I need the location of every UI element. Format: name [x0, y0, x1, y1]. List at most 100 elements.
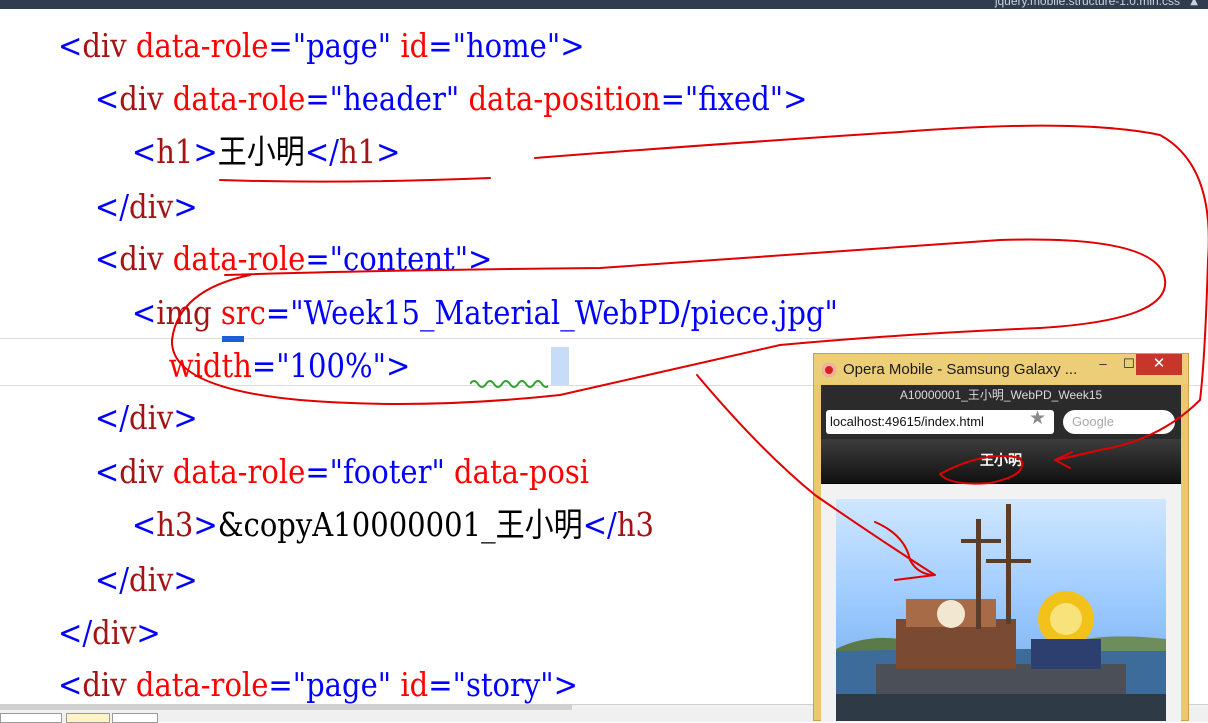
code-token-val: "Week15_Material_WebPD/piece.jpg" [290, 293, 838, 332]
code-token-punc: < [58, 79, 120, 118]
code-token-punc: > [553, 665, 578, 704]
code-token-val: "content" [329, 239, 469, 278]
code-line[interactable]: <div data-role="page" id="home"> [58, 26, 585, 66]
bottom-tab[interactable] [112, 713, 158, 723]
code-token-tag: div [129, 560, 174, 599]
code-token-attr: data-position [459, 79, 661, 118]
code-token-val: "footer" [329, 452, 445, 491]
code-token-punc: </ [58, 613, 93, 652]
code-line[interactable]: </div> [58, 187, 198, 227]
code-token-tag: div [92, 613, 137, 652]
code-token-punc: = [660, 79, 685, 118]
code-token-punc: < [58, 132, 157, 171]
code-token-punc: </ [582, 505, 617, 544]
code-token-punc: = [305, 452, 330, 491]
code-token-val: "story" [452, 665, 554, 704]
code-token-punc: > [136, 613, 161, 652]
code-token-punc: > [193, 505, 218, 544]
code-token-attr: data-posi [444, 452, 590, 491]
code-token-punc: < [58, 505, 157, 544]
code-token-val: "page" [292, 665, 392, 704]
code-token-tag: h3 [156, 505, 194, 544]
star-icon[interactable]: ★ [1029, 407, 1046, 429]
code-token-punc: </ [304, 132, 339, 171]
code-token-punc: < [58, 665, 83, 704]
url-input[interactable]: localhost:49615/index.html [826, 410, 1054, 434]
code-token-punc: = [265, 293, 291, 332]
code-line[interactable]: <h1>王小明</h1> [58, 132, 401, 172]
code-token-punc: > [385, 346, 411, 385]
code-token-tag: div [129, 187, 174, 226]
code-token-attr: data-role [163, 452, 306, 491]
code-token-punc: > [173, 187, 198, 226]
code-token-tag: div [119, 239, 164, 278]
code-line[interactable]: <div data-role="content"> [58, 239, 492, 279]
code-token-val: "page" [292, 26, 392, 65]
code-token-val: "header" [329, 79, 460, 118]
code-line[interactable]: </div> [58, 398, 198, 438]
code-line[interactable]: width="100%"> [58, 346, 411, 386]
spell-squiggle [470, 380, 548, 388]
close-button[interactable]: ✕ [1136, 354, 1182, 375]
search-input[interactable]: Google [1063, 410, 1175, 434]
code-token-punc: > [193, 132, 218, 171]
emulator-window[interactable]: Opera Mobile - Samsung Galaxy ... – ☐ ✕ … [813, 353, 1189, 722]
code-token-punc: > [173, 398, 198, 437]
code-token-punc: = [268, 26, 293, 65]
code-token-attr: data-role [126, 26, 269, 65]
code-token-tag: div [82, 665, 127, 704]
code-token-attr: id [391, 26, 429, 65]
code-line[interactable]: </div> [58, 613, 161, 653]
code-token-punc: < [58, 239, 120, 278]
code-line[interactable]: <div data-role="footer" data-posi [58, 452, 589, 492]
code-token-punc: > [560, 26, 585, 65]
code-line[interactable]: <img src="Week15_Material_WebPD/piece.jp… [58, 293, 838, 333]
minimize-button[interactable]: – [1090, 354, 1116, 375]
page-title: A10000001_王小明_WebPD_Week15 [821, 385, 1181, 405]
code-token-punc: = [305, 79, 330, 118]
code-token-tag: h1 [338, 132, 377, 171]
code-token-punc: > [783, 79, 808, 118]
code-token-punc: < [58, 293, 157, 332]
code-token-val: "fixed" [684, 79, 784, 118]
bottom-tab[interactable] [66, 713, 110, 723]
code-token-tag: div [82, 26, 127, 65]
code-token-punc: < [58, 452, 120, 491]
ship-photo [836, 499, 1166, 721]
code-token-punc: > [173, 560, 198, 599]
code-token-punc: </ [58, 560, 130, 599]
code-token-txt: 王小明 [217, 132, 305, 171]
code-token-tag: h3 [616, 505, 655, 544]
code-token-attr: data-role [163, 79, 306, 118]
code-line[interactable]: <div data-role="header" data-position="f… [58, 79, 808, 119]
code-token-attr: id [391, 665, 429, 704]
device-screen: A10000001_王小明_WebPD_Week15 localhost:496… [821, 385, 1181, 722]
code-token-punc: = [428, 26, 453, 65]
code-line[interactable]: <div data-role="page" id="story"> [58, 665, 578, 705]
address-bar: localhost:49615/index.html ★ Google [821, 405, 1181, 439]
bottom-tab[interactable] [0, 713, 62, 723]
window-titlebar[interactable]: Opera Mobile - Samsung Galaxy ... – ☐ ✕ [814, 354, 1188, 384]
code-token-tag: img [156, 293, 212, 332]
code-token-attr: data-role [163, 239, 306, 278]
window-title: Opera Mobile - Samsung Galaxy ... [843, 361, 1078, 378]
code-token-punc: = [305, 239, 330, 278]
code-token-punc: </ [58, 187, 130, 226]
code-token-punc: = [268, 665, 293, 704]
code-token-punc: </ [58, 398, 130, 437]
ship-illustration [836, 504, 1166, 721]
horizontal-scrollbar[interactable] [0, 704, 572, 710]
code-line[interactable]: </div> [58, 560, 198, 600]
code-line[interactable]: <h3>&copyA10000001_王小明</h3 [58, 505, 654, 545]
code-token-tag: h1 [156, 132, 194, 171]
code-token-val: "100%" [276, 346, 386, 385]
code-token-punc: < [58, 26, 83, 65]
code-token-tag: div [119, 452, 164, 491]
code-token-attr: width [58, 346, 252, 385]
code-token-val: "home" [452, 26, 561, 65]
page-content [821, 484, 1181, 722]
code-token-punc: > [468, 239, 493, 278]
caret-marker [222, 336, 244, 342]
code-token-punc: = [428, 665, 453, 704]
code-token-tag: div [119, 79, 164, 118]
